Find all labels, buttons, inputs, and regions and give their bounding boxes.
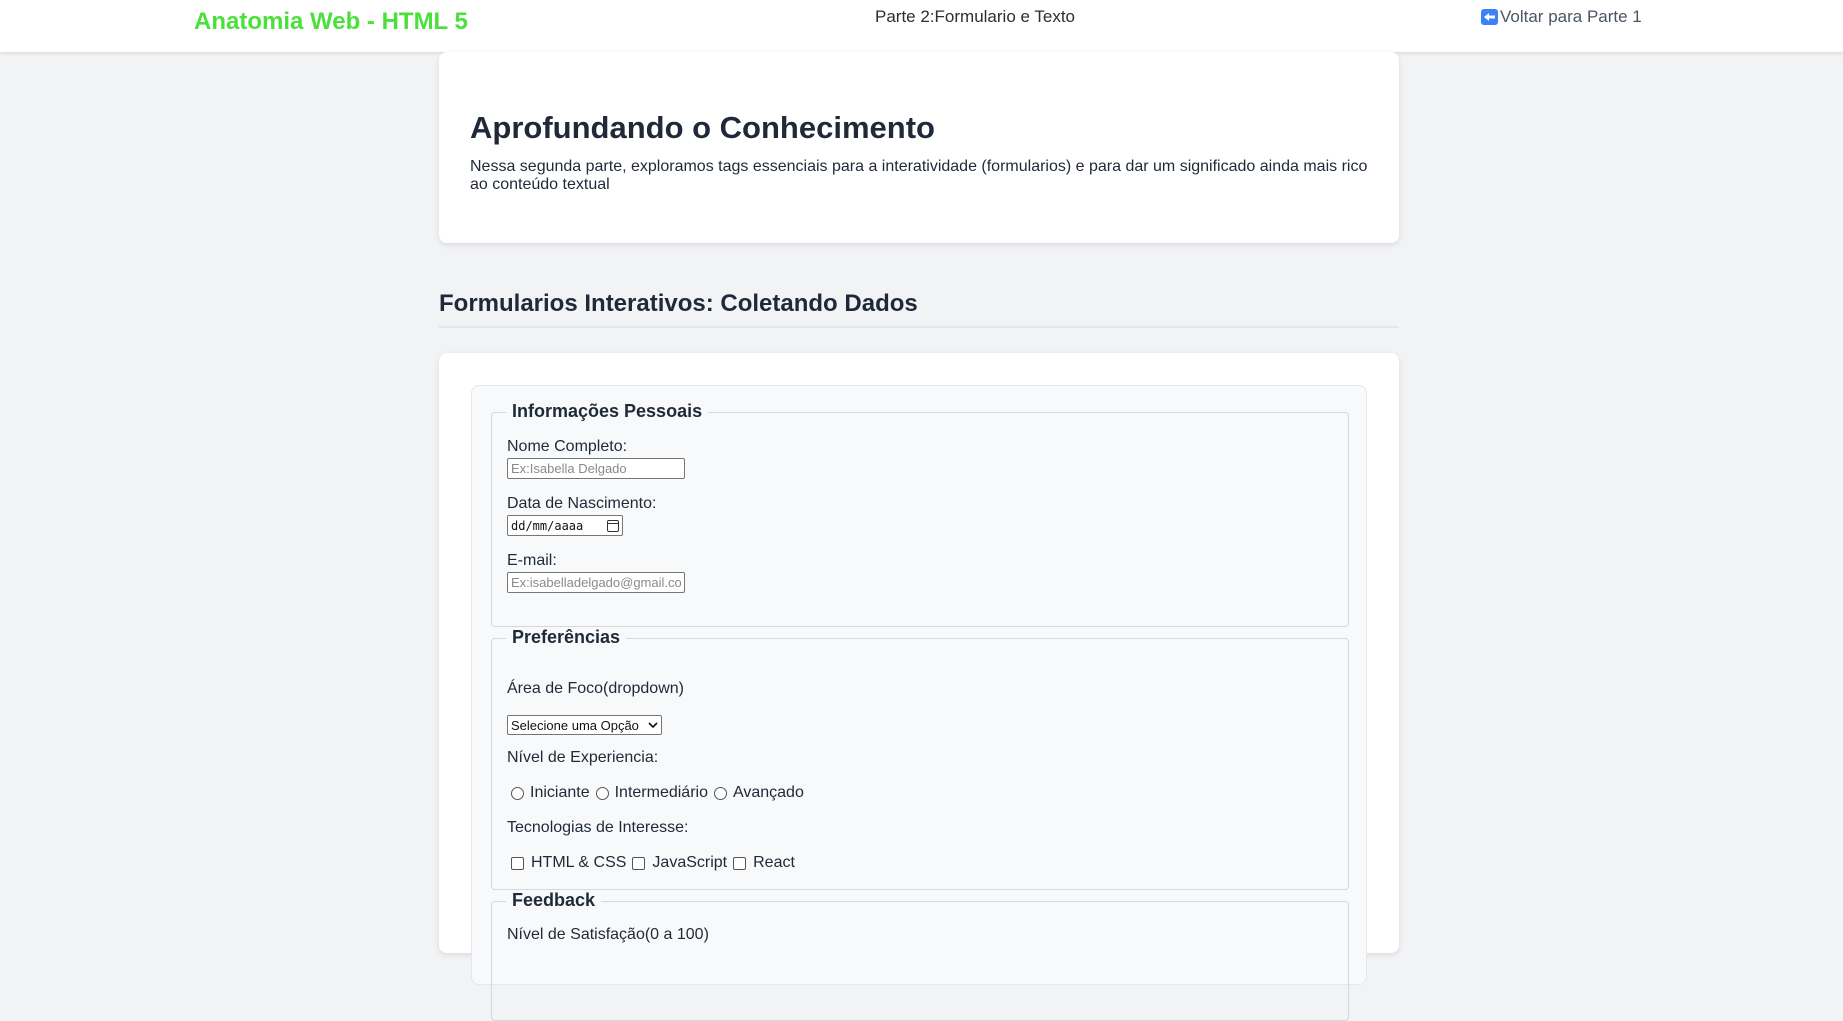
legend-preferences: Preferências	[506, 627, 627, 648]
technologies-options: HTML & CSS JavaScript React	[507, 854, 797, 872]
checkbox-label: React	[753, 854, 795, 871]
checkbox[interactable]	[511, 856, 524, 870]
experience-options: Iniciante Intermediário Avançado	[507, 784, 806, 802]
focus-area-label: Área de Foco(dropdown)	[507, 680, 684, 697]
checkbox-option-html-css[interactable]: HTML & CSS	[507, 854, 626, 872]
top-navbar: Anatomia Web - HTML 5 Parte 2:Formulario…	[0, 0, 1843, 52]
email-input[interactable]	[507, 572, 685, 593]
section-divider	[439, 326, 1399, 328]
focus-area-selected: Selecione uma Opção	[511, 717, 639, 733]
radio-button[interactable]	[713, 786, 727, 800]
legend-feedback: Feedback	[506, 890, 602, 911]
form-card: Informações Pessoais Nome Completo: Data…	[439, 353, 1399, 1021]
back-arrow-icon	[1481, 9, 1498, 25]
checkbox[interactable]	[733, 856, 747, 870]
experience-label: Nível de Experiencia:	[507, 749, 659, 766]
forms-section-title: Formularios Interativos: Coletando Dados	[439, 290, 918, 317]
back-to-part-1-link[interactable]: Voltar para Parte 1	[1481, 7, 1642, 27]
birthdate-label: Data de Nascimento:	[507, 495, 657, 512]
radio-label: Intermediário	[614, 784, 708, 801]
calendar-icon[interactable]	[607, 519, 619, 532]
legend-personal-info: Informações Pessoais	[506, 401, 709, 422]
back-link-label: Voltar para Parte 1	[1500, 7, 1642, 26]
fieldset-personal-info: Informações Pessoais Nome Completo: Data…	[491, 401, 1349, 627]
intro-card: Aprofundando o Conhecimento Nessa segund…	[439, 52, 1399, 243]
radio-button[interactable]	[511, 786, 524, 800]
form: Informações Pessoais Nome Completo: Data…	[471, 385, 1367, 1021]
chevron-down-icon	[648, 721, 658, 728]
radio-option-intermediate[interactable]: Intermediário	[592, 784, 708, 802]
satisfaction-label: Nível de Satisfação(0 a 100)	[507, 926, 709, 943]
name-input[interactable]	[507, 458, 685, 479]
focus-area-select[interactable]: Selecione uma Opção	[507, 715, 662, 735]
radio-button[interactable]	[595, 786, 609, 800]
radio-label: Avançado	[732, 784, 804, 801]
checkbox-option-javascript[interactable]: JavaScript	[628, 854, 727, 872]
site-logo[interactable]: Anatomia Web - HTML 5	[194, 8, 468, 36]
radio-label: Iniciante	[530, 784, 590, 801]
birthdate-format: dd/mm/aaaa	[511, 518, 584, 533]
fieldset-preferences: Preferências Área de Foco(dropdown) Sele…	[491, 627, 1349, 890]
intro-text: Nessa segunda parte, exploramos tags ess…	[470, 158, 1368, 193]
checkbox-option-react[interactable]: React	[729, 854, 795, 872]
nav-current-part[interactable]: Parte 2:Formulario e Texto	[875, 7, 1075, 27]
intro-title: Aprofundando o Conhecimento	[470, 110, 935, 145]
name-label: Nome Completo:	[507, 438, 628, 455]
birthdate-input[interactable]: dd/mm/aaaa	[507, 515, 623, 536]
checkbox[interactable]	[632, 856, 646, 870]
radio-option-beginner[interactable]: Iniciante	[507, 784, 590, 802]
fieldset-feedback: Feedback Nível de Satisfação(0 a 100)	[491, 890, 1349, 1021]
technologies-label: Tecnologias de Interesse:	[507, 819, 689, 836]
radio-option-advanced[interactable]: Avançado	[710, 784, 804, 802]
checkbox-label: JavaScript	[652, 854, 728, 871]
email-label: E-mail:	[507, 552, 557, 569]
checkbox-label: HTML & CSS	[531, 854, 627, 871]
